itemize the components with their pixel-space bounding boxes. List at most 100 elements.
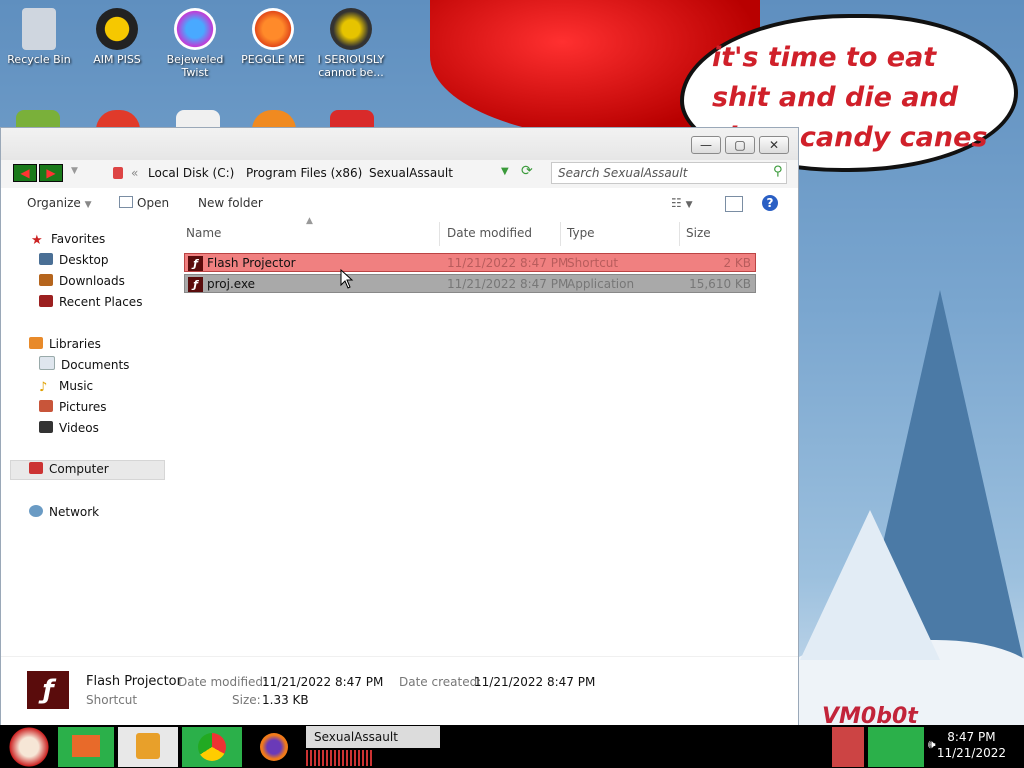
file-date: 11/21/2022 8:47 PM — [447, 256, 569, 270]
breadcrumb-program-files[interactable]: Program Files (x86) — [246, 166, 362, 180]
star-icon: ★ — [31, 233, 43, 248]
nav-favorites[interactable]: ★ Favorites — [31, 230, 105, 248]
computer-icon — [29, 462, 43, 474]
nav-music[interactable]: ♪ Music — [39, 377, 93, 395]
desktop-icon-recycle-bin[interactable]: Recycle Bin — [0, 8, 78, 66]
taskbar-window-label: SexualAssault — [314, 730, 398, 744]
file-row[interactable]: ƒ proj.exe 11/21/2022 8:47 PM Applicatio… — [184, 274, 756, 293]
organize-label: Organize — [27, 196, 81, 210]
taskbar-firefox[interactable] — [246, 727, 302, 767]
navigation-pane: ★ Favorites Desktop Downloads Recent Plac… — [1, 220, 171, 660]
tray-icon[interactable] — [832, 727, 864, 767]
flash-file-icon: ƒ — [188, 255, 203, 272]
tray-network-icon[interactable] — [868, 727, 924, 767]
file-size: 15,610 KB — [689, 277, 751, 291]
column-divider[interactable] — [679, 222, 680, 246]
media-player-icon — [136, 733, 160, 759]
column-divider[interactable] — [439, 222, 440, 246]
desktop-icon-peggle[interactable]: PEGGLE ME — [234, 8, 312, 66]
new-folder-button[interactable]: New folder — [198, 196, 263, 210]
column-header-date[interactable]: Date modified — [447, 226, 532, 240]
chevron-down-icon: ▼ — [84, 200, 92, 210]
nav-videos-label: Videos — [59, 421, 99, 435]
nav-downloads[interactable]: Downloads — [39, 272, 125, 290]
clock[interactable]: 8:47 PM 11/21/2022 — [937, 729, 1006, 761]
file-type: Application — [567, 277, 635, 291]
folder-icon — [113, 167, 123, 179]
desktop-icon-crow[interactable]: I SERIOUSLY cannot be... — [312, 8, 390, 79]
breadcrumb-current-folder[interactable]: SexualAssault — [369, 166, 453, 180]
desktop-icon-label: Recycle Bin — [7, 53, 71, 66]
gem-icon — [174, 8, 216, 50]
back-button[interactable]: ◀ — [13, 164, 37, 182]
column-header-type[interactable]: Type — [567, 226, 595, 240]
file-date: 11/21/2022 8:47 PM — [447, 277, 569, 291]
file-type: Shortcut — [567, 256, 619, 270]
file-row[interactable]: ƒ Flash Projector 11/21/2022 8:47 PM Sho… — [184, 253, 756, 272]
forward-button[interactable]: ▶ — [39, 164, 63, 182]
details-size: 1.33 KB — [262, 693, 309, 707]
nav-recent-places[interactable]: Recent Places — [39, 293, 142, 311]
nav-pictures-label: Pictures — [59, 400, 107, 414]
nav-network[interactable]: Network — [29, 503, 99, 521]
organize-button[interactable]: Organize ▼ — [27, 196, 92, 210]
desktop-icon-label: I SERIOUSLY cannot be... — [317, 53, 385, 79]
column-divider[interactable] — [560, 222, 561, 246]
aim-icon — [96, 8, 138, 50]
column-headers: ▲ Name Date modified Type Size — [181, 216, 761, 246]
sort-arrow-icon: ▲ — [306, 216, 313, 226]
breadcrumb-local-disk[interactable]: Local Disk (C:) — [148, 166, 234, 180]
minimize-button[interactable]: — — [691, 136, 721, 154]
refresh-icon[interactable]: ⟳ — [521, 163, 533, 179]
search-input[interactable]: Search SexualAssault — [551, 162, 787, 184]
nav-desktop-label: Desktop — [59, 253, 109, 267]
pictures-icon — [39, 400, 53, 412]
open-icon — [119, 196, 133, 208]
nav-documents-label: Documents — [61, 358, 130, 372]
column-header-size[interactable]: Size — [686, 226, 711, 240]
preview-pane-icon[interactable] — [725, 196, 743, 212]
recent-pages-chevron-icon[interactable]: ▼ — [71, 166, 78, 176]
command-bar: Organize ▼ Open New folder ☷ ▼ ? — [1, 192, 798, 216]
nav-libraries-label: Libraries — [49, 337, 101, 351]
volume-icon[interactable]: 🕪 — [928, 737, 936, 752]
address-dropdown-icon[interactable]: ▼ — [501, 166, 509, 177]
nav-downloads-label: Downloads — [59, 274, 125, 288]
breadcrumb-overflow-icon[interactable]: « — [131, 166, 138, 180]
desktop-icon-label: Bejeweled Twist — [166, 53, 224, 79]
nav-recent-places-label: Recent Places — [59, 295, 143, 309]
start-button[interactable] — [4, 727, 54, 767]
open-label: Open — [137, 196, 170, 210]
desktop-icon-bejeweled[interactable]: Bejeweled Twist — [156, 8, 234, 79]
nav-documents[interactable]: Documents — [39, 356, 129, 374]
nav-computer-label: Computer — [49, 462, 109, 476]
title-bar[interactable]: — ▢ ✕ — [1, 128, 798, 160]
help-icon[interactable]: ? — [762, 195, 778, 211]
taskbar-chrome[interactable] — [182, 727, 242, 767]
maximize-button[interactable]: ▢ — [725, 136, 755, 154]
file-name: Flash Projector — [207, 256, 296, 270]
file-size: 2 KB — [723, 256, 751, 270]
nav-pictures[interactable]: Pictures — [39, 398, 107, 416]
recent-places-icon — [39, 295, 53, 307]
view-options-icon[interactable]: ☷ ▼ — [671, 196, 693, 210]
desktop-icon-aim[interactable]: AIM PISS — [78, 8, 156, 66]
nav-videos[interactable]: Videos — [39, 419, 99, 437]
nav-favorites-label: Favorites — [51, 232, 106, 246]
desktop-icon-label: PEGGLE ME — [241, 53, 305, 66]
nav-computer[interactable]: Computer — [29, 460, 109, 478]
peggle-icon — [252, 8, 294, 50]
close-button[interactable]: ✕ — [759, 136, 789, 154]
open-button[interactable]: Open — [119, 196, 169, 210]
documents-icon — [39, 356, 55, 370]
taskbar: SexualAssault 🕪 8:47 PM 11/21/2022 — [0, 725, 1024, 768]
nav-libraries[interactable]: Libraries — [29, 335, 101, 353]
search-icon[interactable]: ⚲ — [773, 164, 783, 179]
column-header-name[interactable]: Name — [186, 226, 221, 240]
flash-file-icon: ƒ — [188, 276, 203, 293]
taskbar-window-sexualassault[interactable]: SexualAssault — [306, 726, 440, 748]
details-date-modified: 11/21/2022 8:47 PM — [262, 675, 384, 689]
taskbar-media-player[interactable] — [118, 727, 178, 767]
nav-desktop[interactable]: Desktop — [39, 251, 109, 269]
taskbar-explorer[interactable] — [58, 727, 114, 767]
